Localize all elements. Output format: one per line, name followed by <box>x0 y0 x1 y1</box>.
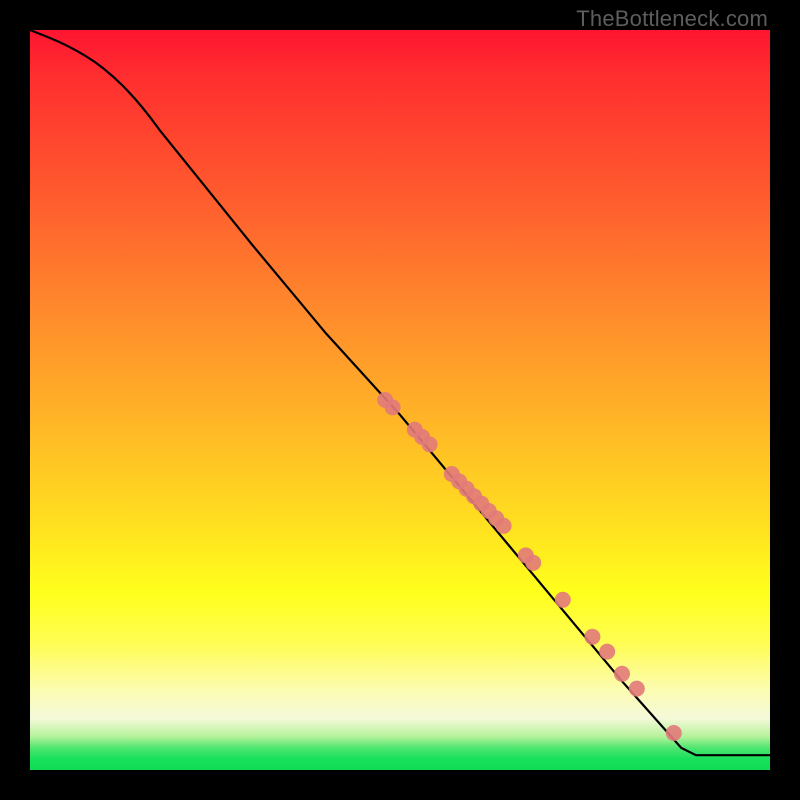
data-marker <box>385 399 401 415</box>
data-marker <box>422 436 438 452</box>
data-marker <box>555 592 571 608</box>
data-marker <box>629 681 645 697</box>
data-marker <box>666 725 682 741</box>
curve-line <box>30 30 770 755</box>
chart-svg <box>30 30 770 770</box>
chart-frame: TheBottleneck.com <box>0 0 800 800</box>
data-marker <box>525 555 541 571</box>
watermark-text: TheBottleneck.com <box>576 6 768 32</box>
plot-area <box>30 30 770 770</box>
data-marker <box>584 629 600 645</box>
data-marker <box>599 644 615 660</box>
data-marker <box>496 518 512 534</box>
data-marker <box>614 666 630 682</box>
marker-group <box>377 392 682 741</box>
